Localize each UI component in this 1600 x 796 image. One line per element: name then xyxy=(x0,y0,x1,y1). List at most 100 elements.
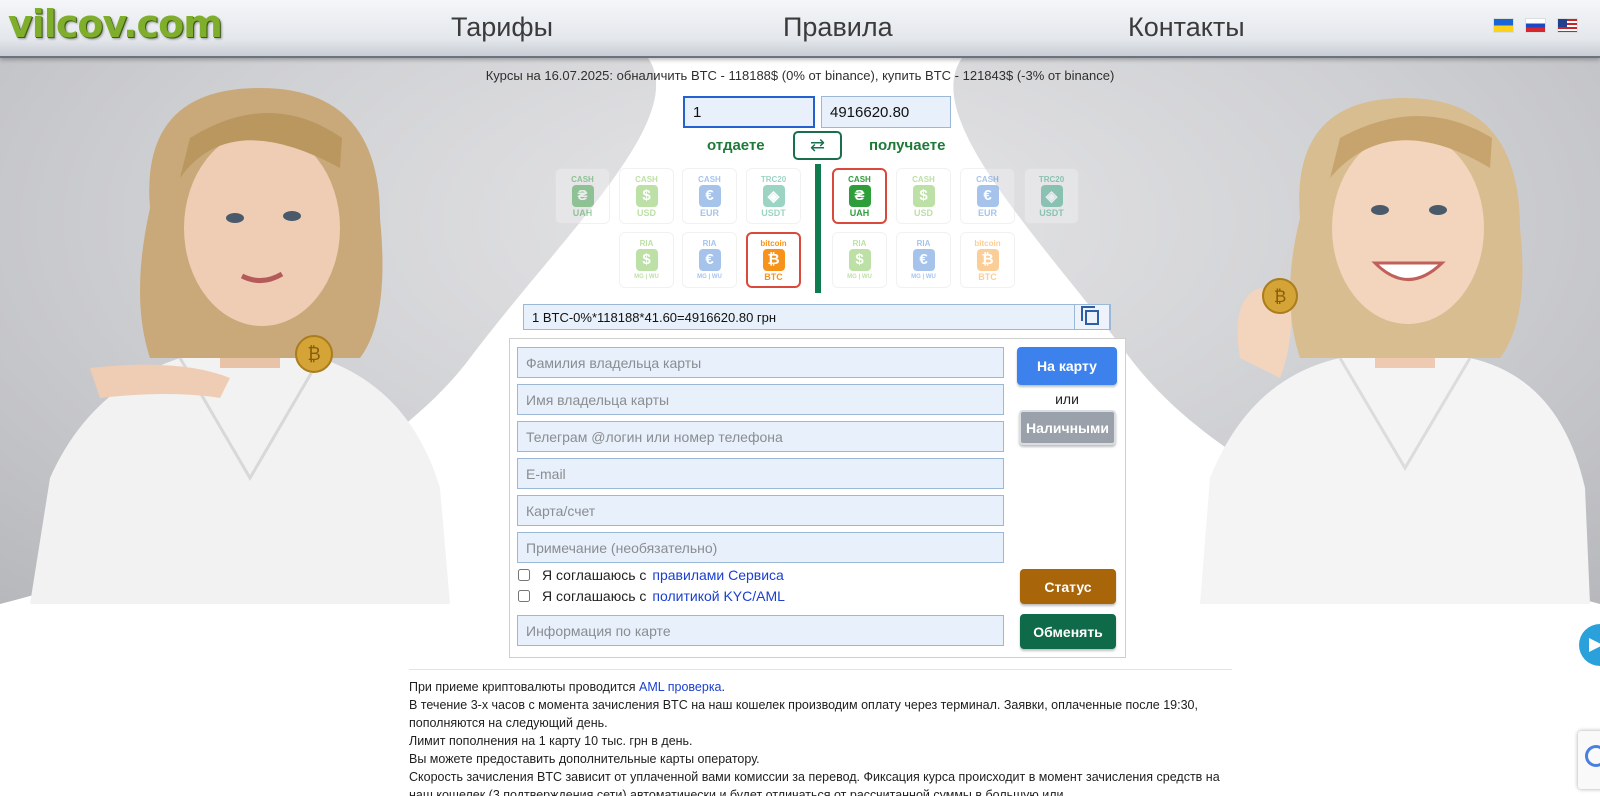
get-amount-input[interactable] xyxy=(821,96,951,128)
info-aml-prefix: При приеме криптовалюты проводится xyxy=(409,680,636,694)
get-currency-tile[interactable]: CASH ₴ UAH xyxy=(832,168,887,224)
get-currency-tile[interactable]: TRC20 ◈ USDT xyxy=(1024,168,1079,224)
tile-top-label: RIA xyxy=(639,238,654,248)
email-input[interactable] xyxy=(517,458,1004,489)
tile-bottom-label: UAH xyxy=(572,207,593,218)
tile-bottom-label: USD xyxy=(636,207,656,218)
formula-text: 1 BTC-0%*118188*41.60=4916620.80 грн xyxy=(532,310,777,325)
tile-top-label: CASH xyxy=(635,174,658,184)
agree-rules-checkbox[interactable] xyxy=(518,569,530,581)
us-flag-icon[interactable] xyxy=(1557,18,1578,33)
currency-symbol-icon: € xyxy=(698,248,721,271)
cash-button[interactable]: Наличными xyxy=(1019,410,1116,445)
swap-arrows-icon: ⇄ xyxy=(809,135,826,155)
rules-link[interactable]: правилами Сервиса xyxy=(652,567,783,583)
give-currency-tile[interactable]: CASH € EUR xyxy=(682,168,737,224)
get-label: получаете xyxy=(869,137,946,154)
agree-rules-prefix: Я соглашаюсь с xyxy=(542,567,647,583)
give-currency-tile[interactable]: CASH ₴ UAH xyxy=(555,168,610,224)
get-currency-tile[interactable]: bitcoin ₿ BTC xyxy=(960,232,1015,288)
card-account-input[interactable] xyxy=(517,495,1004,526)
tile-top-label: bitcoin xyxy=(760,238,787,248)
get-currency-tile[interactable]: RIA $ MG | WU xyxy=(832,232,887,288)
tile-bottom-label: MG | WU xyxy=(911,273,936,280)
card-owner-surname-input[interactable] xyxy=(517,347,1004,378)
card-owner-name-input[interactable] xyxy=(517,384,1004,415)
language-switcher xyxy=(1493,18,1578,33)
give-currency-tile[interactable]: RIA € MG | WU xyxy=(682,232,737,288)
tile-top-label: CASH xyxy=(848,174,871,184)
currency-symbol-icon: ₴ xyxy=(848,184,871,207)
copy-formula-button[interactable] xyxy=(1074,304,1110,330)
info-line-limit: Лимит пополнения на 1 карту 10 тыс. грн … xyxy=(409,734,693,748)
exchange-form-panel: Я соглашаюсь с правилами Сервиса Я согла… xyxy=(509,338,1126,658)
currency-symbol-icon: ₿ xyxy=(762,248,785,271)
copy-icon xyxy=(1081,305,1099,325)
nav-tariffs[interactable]: Тарифы xyxy=(451,12,553,43)
tile-bottom-label: EUR xyxy=(977,207,997,218)
currency-symbol-icon: $ xyxy=(848,248,871,271)
telegram-chat-button[interactable] xyxy=(1579,624,1600,666)
status-button[interactable]: Статус xyxy=(1020,569,1116,604)
tile-top-label: RIA xyxy=(702,238,717,248)
give-currency-tile[interactable]: CASH $ USD xyxy=(619,168,674,224)
to-card-button[interactable]: На карту xyxy=(1017,347,1117,385)
currency-symbol-icon: $ xyxy=(635,184,658,207)
give-currency-tile[interactable]: RIA $ MG | WU xyxy=(619,232,674,288)
get-currency-tile[interactable]: RIA € MG | WU xyxy=(896,232,951,288)
ua-flag-icon[interactable] xyxy=(1493,18,1514,33)
note-input[interactable] xyxy=(517,532,1004,563)
currency-divider xyxy=(815,164,821,293)
tile-top-label: RIA xyxy=(852,238,867,248)
tile-top-label: CASH xyxy=(698,174,721,184)
give-label: отдаете xyxy=(707,137,765,154)
get-currency-tile[interactable]: CASH $ USD xyxy=(896,168,951,224)
calculation-formula: 1 BTC-0%*118188*41.60=4916620.80 грн xyxy=(523,304,1111,330)
currency-symbol-icon: $ xyxy=(912,184,935,207)
nav-rules[interactable]: Правила xyxy=(783,12,893,43)
tile-bottom-label: USDT xyxy=(761,207,786,218)
tile-bottom-label: USDT xyxy=(1039,207,1064,218)
agree-rules-row: Я соглашаюсь с правилами Сервиса xyxy=(518,567,784,583)
card-info-input[interactable] xyxy=(517,615,1004,646)
tile-bottom-label: MG | WU xyxy=(847,273,872,280)
site-logo[interactable]: vilcov.com xyxy=(8,2,223,46)
aml-check-link[interactable]: AML проверка xyxy=(639,680,721,694)
ru-flag-icon[interactable] xyxy=(1525,18,1546,33)
tile-bottom-label: EUR xyxy=(699,207,719,218)
give-currency-tile[interactable]: TRC20 ◈ USDT xyxy=(746,168,801,224)
tile-top-label: CASH xyxy=(976,174,999,184)
tile-bottom-label: BTC xyxy=(978,271,997,282)
agree-kyc-checkbox[interactable] xyxy=(518,590,530,602)
tile-bottom-label: MG | WU xyxy=(634,273,659,280)
tile-bottom-label: UAH xyxy=(849,207,870,218)
or-label: или xyxy=(1055,391,1079,407)
info-line-aml: При приеме криптовалюты проводится AML п… xyxy=(409,678,1232,696)
right-model-image: ₿ xyxy=(1200,98,1590,604)
kyc-aml-link[interactable]: политикой KYC/AML xyxy=(652,588,785,604)
nav-contacts[interactable]: Контакты xyxy=(1128,12,1245,43)
site-header: vilcov.com Тарифы Правила Контакты xyxy=(0,0,1600,58)
tile-top-label: TRC20 xyxy=(1038,174,1065,184)
currency-symbol-icon: $ xyxy=(635,248,658,271)
give-currency-tile[interactable]: bitcoin ₿ BTC xyxy=(746,232,801,288)
svg-text:₿: ₿ xyxy=(1274,287,1287,307)
info-aml-suffix: . xyxy=(721,680,725,694)
get-currency-tile[interactable]: CASH € EUR xyxy=(960,168,1015,224)
telegram-phone-input[interactable] xyxy=(517,421,1004,452)
currency-symbol-icon: € xyxy=(912,248,935,271)
currency-symbol-icon: € xyxy=(976,184,999,207)
exchange-button[interactable]: Обменять xyxy=(1020,614,1116,649)
info-line-payment-time: В течение 3-х часов с момента зачисления… xyxy=(409,698,1198,730)
currency-symbol-icon: ◈ xyxy=(762,184,785,207)
tile-bottom-label: MG | WU xyxy=(697,273,722,280)
tile-bottom-label: BTC xyxy=(764,271,783,282)
info-line-speed: Скорость зачисления BTC зависит от уплач… xyxy=(409,770,1220,796)
give-amount-input[interactable] xyxy=(683,96,815,128)
tile-top-label: CASH xyxy=(912,174,935,184)
swap-direction-button[interactable]: ⇄ xyxy=(793,131,842,160)
tile-top-label: RIA xyxy=(916,238,931,248)
tile-top-label: TRC20 xyxy=(760,174,787,184)
left-model-image: ₿ xyxy=(30,88,450,604)
info-section: При приеме криптовалюты проводится AML п… xyxy=(409,669,1232,796)
